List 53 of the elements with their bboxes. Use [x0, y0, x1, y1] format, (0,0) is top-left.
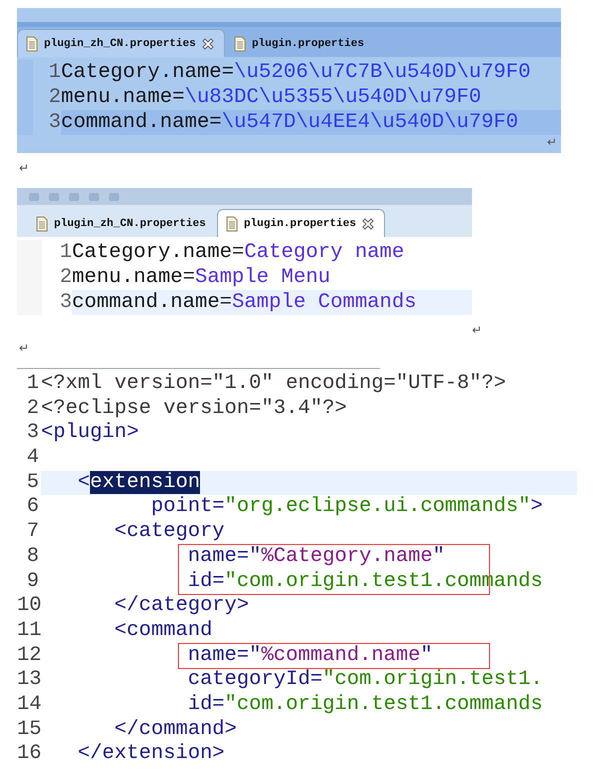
code-line: point="org.eclipse.ui.commands">: [150, 495, 544, 520]
line-number: 3: [26, 421, 40, 446]
code-line: id="com.origin.test1.commands: [186, 692, 544, 718]
code-line: menu.name=Sample Menu: [72, 265, 332, 290]
line-number: 1: [48, 60, 61, 85]
code-line: <command: [113, 618, 214, 644]
line-number: 2: [48, 85, 61, 110]
line-number: 12: [17, 644, 41, 668]
line-number: 8: [26, 544, 40, 570]
code-line: Category.name=Category name: [72, 240, 406, 265]
close-icon[interactable]: [202, 38, 214, 50]
paragraph-mark: ↵: [547, 135, 557, 149]
code-line: Category.name=\u5206\u7C7B\u540D\u79F0: [61, 60, 532, 85]
line-number: 2: [58, 265, 72, 290]
line-number: 3: [48, 110, 61, 135]
line-number: 7: [26, 520, 40, 545]
code-line: <category: [113, 520, 226, 545]
editor-tab[interactable]: plugin.properties: [224, 29, 376, 57]
file-icon: [26, 36, 38, 52]
line-number: 6: [26, 495, 40, 520]
code-line: <?eclipse version="3.4"?>: [41, 396, 348, 422]
line-number: 15: [17, 718, 41, 742]
line-number: 3: [58, 290, 72, 315]
code-line: <?xml version="1.0" encoding="UTF-8"?>: [41, 372, 507, 397]
line-number: 14: [17, 692, 41, 718]
code-line: categoryId="com.origin.test1.: [186, 668, 544, 693]
editor-tab[interactable]: plugin.properties: [216, 209, 386, 237]
line-number: 1: [58, 240, 72, 265]
line-number: 4: [26, 446, 40, 471]
code-line: </extension>: [76, 742, 226, 767]
paragraph-mark: ↵: [19, 161, 29, 175]
editor-tab[interactable]: plugin_zh_CN.properties: [17, 29, 225, 57]
file-icon: [226, 216, 238, 232]
file-icon: [36, 216, 48, 232]
line-number: 9: [26, 570, 40, 594]
line-number: 11: [17, 618, 41, 644]
close-icon[interactable]: [362, 218, 374, 230]
paragraph-mark: ↵: [472, 323, 482, 337]
code-line: menu.name=\u83DC\u5355\u540D\u79F0: [61, 85, 482, 110]
code-line: name="%Category.name": [186, 544, 446, 570]
line-number: 16: [17, 742, 41, 768]
line-number: 1: [26, 372, 40, 397]
line-number: 2: [26, 396, 40, 422]
editor-tab[interactable]: plugin_zh_CN.properties: [27, 209, 217, 237]
file-icon: [234, 36, 246, 52]
code-line: </category>: [113, 594, 250, 619]
line-number: 5: [26, 470, 40, 496]
line-number: 10: [17, 594, 41, 619]
paragraph-mark: ↵: [19, 341, 29, 355]
code-line: </command>: [113, 718, 238, 742]
code-line: name="%command.name": [186, 644, 434, 668]
line-number: 13: [17, 668, 41, 693]
code-line: <plugin>: [41, 421, 140, 446]
